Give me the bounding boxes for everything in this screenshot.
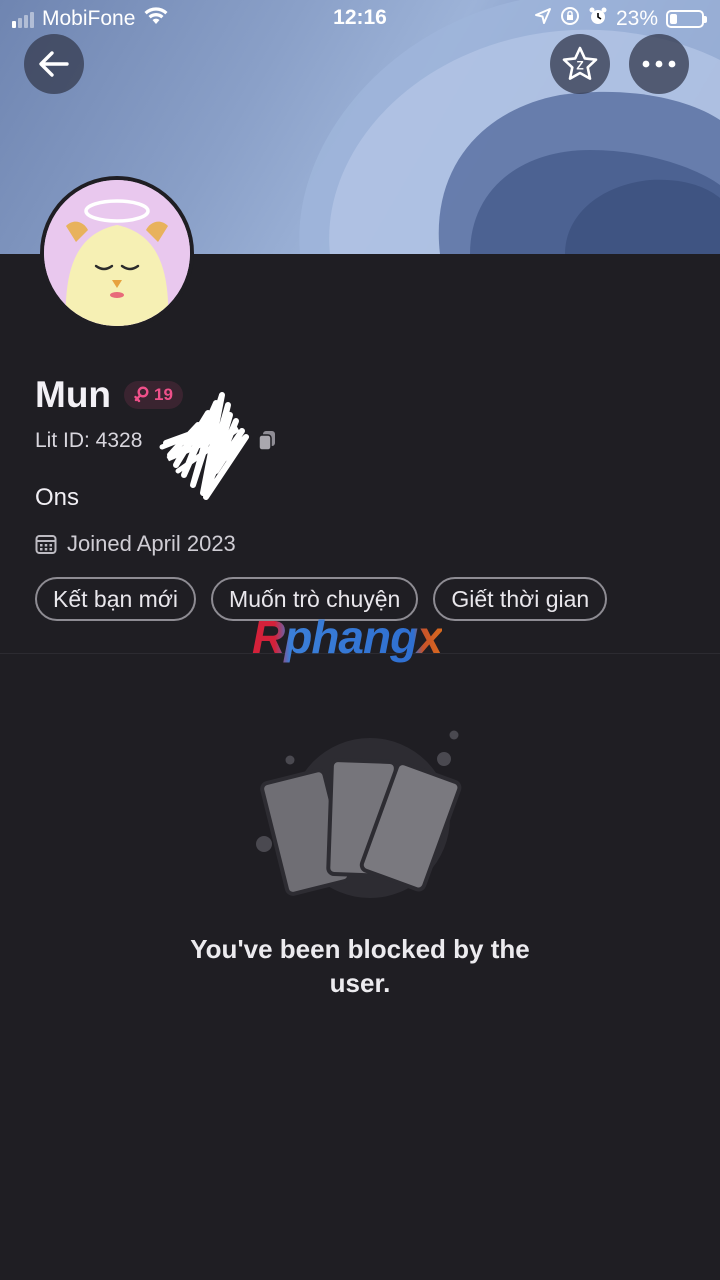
profile-screen: MobiFone 12:16 23% Z Mun 19 Lit ID: 4328… bbox=[0, 0, 720, 1280]
female-icon bbox=[134, 386, 149, 403]
back-button[interactable] bbox=[24, 34, 84, 94]
watermark-logo: Rphangx bbox=[252, 611, 443, 663]
location-icon bbox=[534, 7, 552, 31]
tag-chip[interactable]: Kết bạn mới bbox=[35, 577, 197, 621]
star-icon: Z bbox=[562, 46, 598, 80]
status-bar: MobiFone 12:16 23% bbox=[0, 0, 720, 36]
copy-icon[interactable] bbox=[257, 430, 277, 452]
blocked-message: You've been blocked by the user. bbox=[190, 934, 530, 998]
svg-text:Z: Z bbox=[576, 59, 583, 73]
battery-percent: 23% bbox=[615, 7, 658, 30]
favorite-button[interactable]: Z bbox=[550, 34, 610, 94]
rotation-lock-icon bbox=[560, 6, 580, 32]
back-arrow-icon bbox=[39, 51, 69, 77]
joined-row: Joined April 2023 bbox=[35, 531, 236, 557]
profile-avatar[interactable] bbox=[40, 176, 194, 330]
cards-icon bbox=[256, 730, 462, 898]
tag-chip[interactable]: Giết thời gian bbox=[433, 577, 608, 621]
alarm-icon bbox=[588, 6, 608, 32]
battery-icon bbox=[666, 10, 707, 28]
profile-bio: Ons bbox=[35, 484, 80, 511]
profile-name: Mun bbox=[35, 374, 112, 415]
lit-id: Lit ID: 4328 bbox=[35, 429, 143, 452]
avatar-character-image bbox=[44, 180, 190, 326]
more-dots-icon bbox=[642, 60, 676, 68]
calendar-icon bbox=[35, 535, 57, 554]
redaction-scribble bbox=[159, 392, 249, 500]
more-options-button[interactable] bbox=[629, 34, 689, 94]
joined-date: Joined April 2023 bbox=[67, 531, 236, 556]
